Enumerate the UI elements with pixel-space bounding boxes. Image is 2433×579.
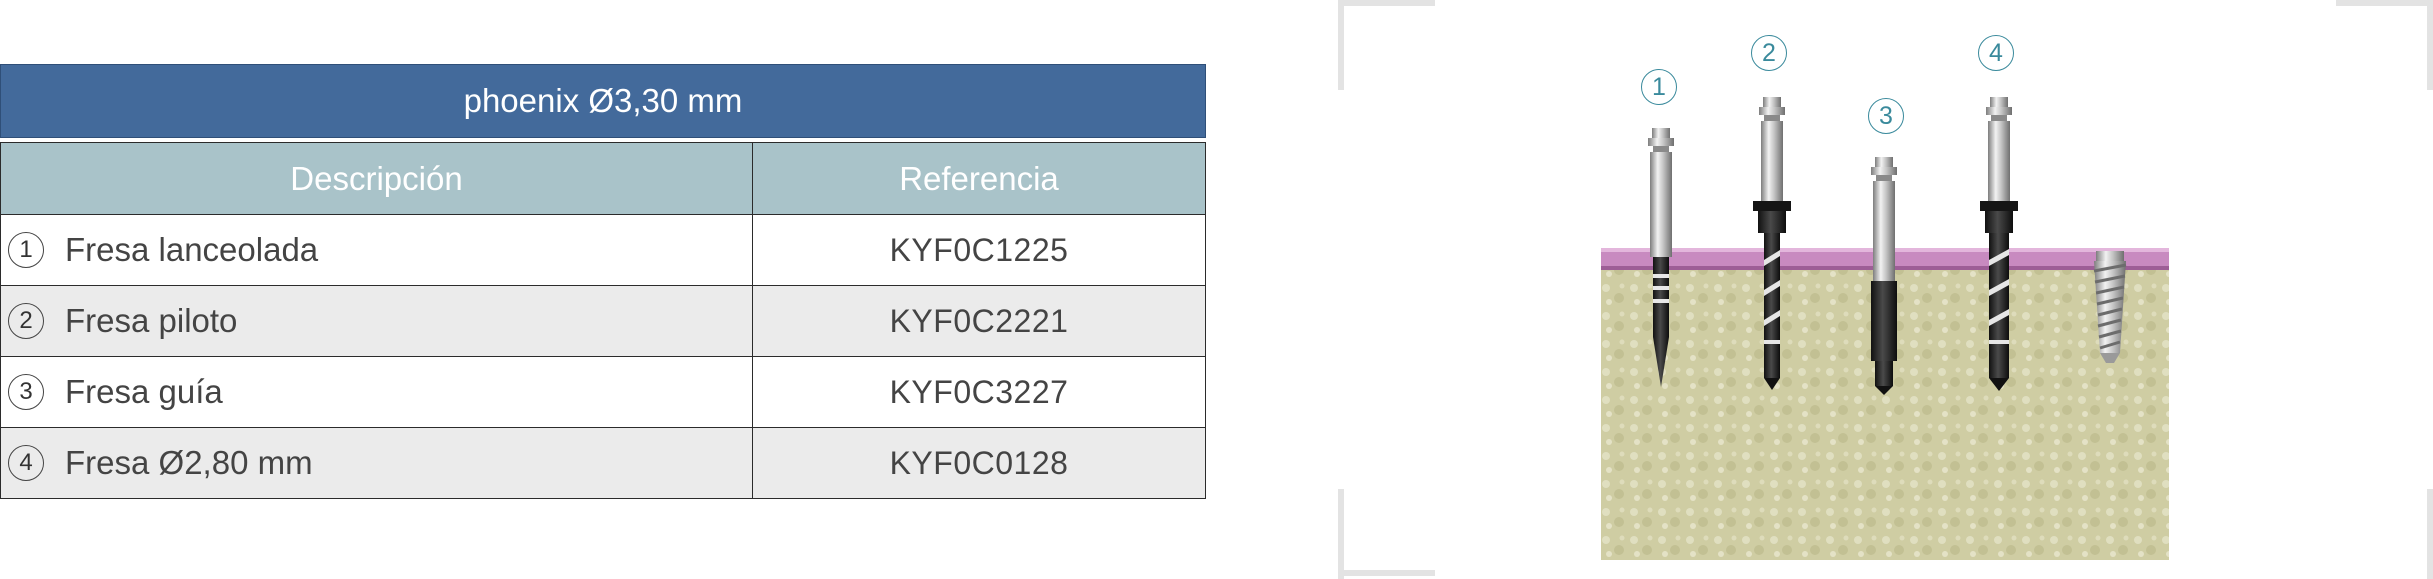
frame-corner-top-right [2427,0,2433,90]
reference-cell: KYF0C2221 [753,286,1205,356]
row-number-badge: 1 [8,232,44,268]
description-cell: 3 Fresa guía [1,357,753,427]
reference-cell: KYF0C0128 [753,428,1205,498]
frame-corner-bottom-left [1338,489,1344,579]
description-cell: 2 Fresa piloto [1,286,753,356]
header-reference: Referencia [899,159,1059,197]
frame-corner-top-right [2336,0,2433,6]
description-cell: 1 Fresa lanceolada [1,215,753,285]
reference-text: KYF0C3227 [889,373,1069,410]
reference-text: KYF0C2221 [889,302,1069,339]
table-grid: Descripción Referencia 1 Fresa lanceolad… [0,142,1206,499]
frame-corner-top-left [1338,0,1435,6]
drill-2-marker: 2 [1751,35,1787,71]
table-title: phoenix Ø3,30 mm [0,64,1206,138]
reference-cell: KYF0C3227 [753,357,1205,427]
drill-3-guide [1871,157,1897,395]
row-number-badge: 4 [8,445,44,481]
frame-corner-bottom-left [1338,570,1435,576]
row-number-badge: 3 [8,374,44,410]
frame-corner-top-left [1338,0,1344,90]
description-cell: 4 Fresa Ø2,80 mm [1,428,753,498]
header-description: Descripción [1,143,753,214]
reference-text: KYF0C0128 [889,444,1069,481]
description-text: Fresa guía [65,373,223,410]
drill-reference-table: phoenix Ø3,30 mm Descripción Referencia … [0,64,1206,499]
reference-cell: KYF0C1225 [753,215,1205,285]
description-text: Fresa Ø2,80 mm [65,444,313,481]
drill-4-marker: 4 [1978,35,2014,71]
drilling-sequence-illustration [1601,97,2169,560]
table-row: 3 Fresa guía KYF0C3227 [1,356,1205,427]
reference-text: KYF0C1225 [889,231,1069,268]
table-row: 1 Fresa lanceolada KYF0C1225 [1,214,1205,285]
description-text: Fresa lanceolada [65,231,319,268]
row-number-badge: 2 [8,303,44,339]
description-text: Fresa piloto [65,302,238,339]
frame-corner-bottom-right [2427,489,2433,579]
table-row: 4 Fresa Ø2,80 mm KYF0C0128 [1,427,1205,498]
table-row: 2 Fresa piloto KYF0C2221 [1,285,1205,356]
table-header-row: Descripción Referencia [1,143,1205,214]
